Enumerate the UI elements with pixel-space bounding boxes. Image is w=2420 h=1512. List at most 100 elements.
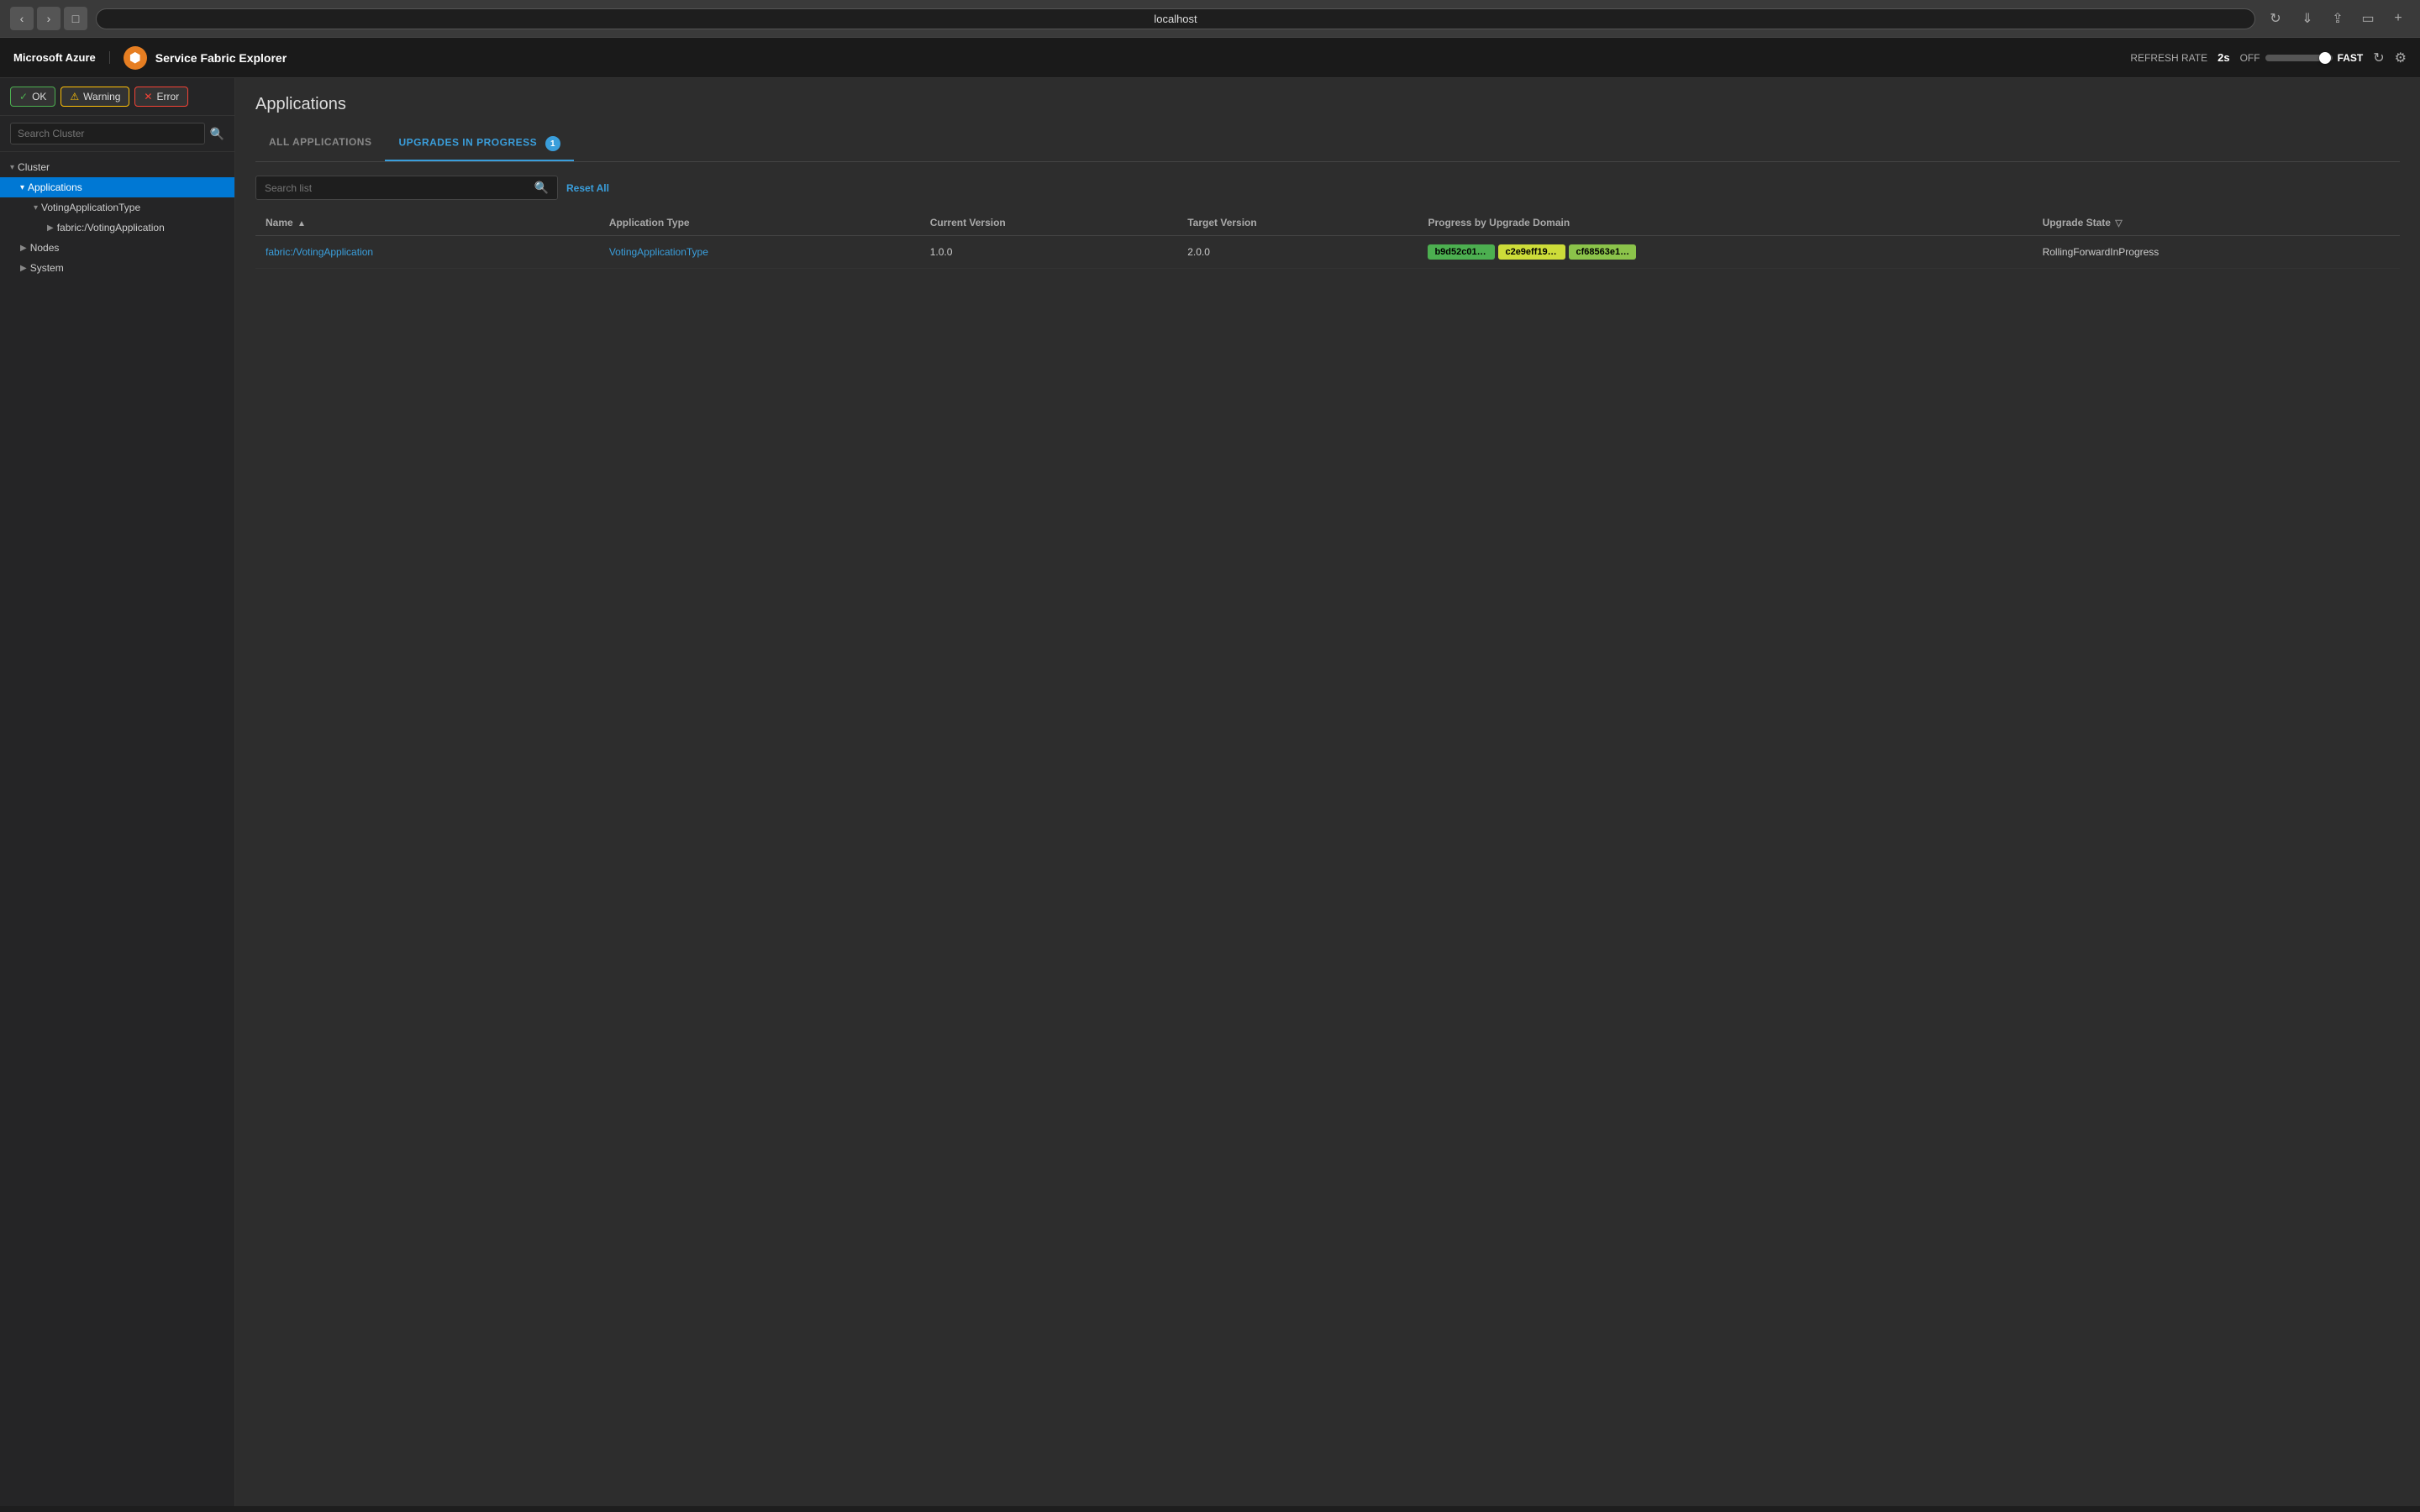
tabs-container: ALL APPLICATIONS UPGRADES IN PROGRESS 1 xyxy=(255,128,2400,162)
tree-label-system: System xyxy=(30,262,64,274)
upgrade-state-value: RollingForwardInProgress xyxy=(2043,246,2160,258)
app-title-text: Service Fabric Explorer xyxy=(155,51,287,65)
chevron-votingapptype: ▾ xyxy=(34,203,38,213)
app-container: Microsoft Azure ⬢ Service Fabric Explore… xyxy=(0,38,2420,1506)
domain-badge-3[interactable]: cf68563e16... xyxy=(1569,244,1636,260)
status-bar: ✓ OK ⚠ Warning ✕ Error xyxy=(0,78,234,116)
col-progress: Progress by Upgrade Domain xyxy=(1418,210,2032,236)
app-title: ⬢ Service Fabric Explorer xyxy=(110,46,287,70)
search-cluster-icon[interactable]: 🔍 xyxy=(210,127,224,141)
refresh-button[interactable]: ↻ xyxy=(2373,50,2384,66)
search-list-container: 🔍 xyxy=(255,176,558,200)
off-label: OFF xyxy=(2240,52,2260,64)
col-upgrade-state-label: Upgrade State xyxy=(2043,217,2111,228)
main-content: ✓ OK ⚠ Warning ✕ Error 🔍 xyxy=(0,78,2420,1506)
fabric-icon: ⬢ xyxy=(124,46,147,70)
cell-app-type: VotingApplicationType xyxy=(599,236,920,269)
table-body: fabric:/VotingApplication VotingApplicat… xyxy=(255,236,2400,269)
sidebar: ✓ OK ⚠ Warning ✕ Error 🔍 xyxy=(0,78,235,1506)
share-button[interactable]: ⇪ xyxy=(2326,7,2349,30)
col-app-type: Application Type xyxy=(599,210,920,236)
tree-label-applications: Applications xyxy=(28,181,82,193)
upgrades-badge: 1 xyxy=(545,136,560,151)
warning-icon: ⚠ xyxy=(70,91,79,102)
cell-progress: b9d52c016a... c2e9eff1976... cf68563e16.… xyxy=(1418,236,2032,269)
windows-button[interactable]: ▭ xyxy=(2356,7,2380,30)
chevron-fabric-voting: ▶ xyxy=(47,223,54,233)
col-name: Name ▲ xyxy=(255,210,599,236)
tab-button[interactable]: □ xyxy=(64,7,87,30)
warning-status-button[interactable]: ⚠ Warning xyxy=(60,87,129,107)
refresh-rate-label: REFRESH RATE xyxy=(2130,52,2207,64)
nav-right: REFRESH RATE 2s OFF FAST ↻ ⚙ xyxy=(2130,50,2407,66)
reload-button[interactable]: ↻ xyxy=(2264,7,2287,30)
target-version-value: 2.0.0 xyxy=(1187,246,1210,258)
tab-upgrades-in-progress[interactable]: UPGRADES IN PROGRESS 1 xyxy=(385,128,574,161)
cell-upgrade-state: RollingForwardInProgress xyxy=(2033,236,2400,269)
plus-button[interactable]: + xyxy=(2386,7,2410,30)
error-icon: ✕ xyxy=(144,91,152,102)
tab-all-applications[interactable]: ALL APPLICATIONS xyxy=(255,128,385,161)
domain-badge-1[interactable]: b9d52c016a... xyxy=(1428,244,1495,260)
error-label: Error xyxy=(156,91,179,102)
settings-button[interactable]: ⚙ xyxy=(2395,50,2407,66)
tree-item-fabric-voting[interactable]: ▶ fabric:/VotingApplication xyxy=(0,218,234,238)
search-list-input[interactable] xyxy=(265,182,529,194)
search-filter-row: 🔍 Reset All xyxy=(255,176,2400,200)
download-button[interactable]: ⇓ xyxy=(2296,7,2319,30)
search-list-icon: 🔍 xyxy=(534,181,549,195)
browser-chrome: ‹ › □ localhost ↻ ⇓ ⇪ ▭ + xyxy=(0,0,2420,38)
col-current-version: Current Version xyxy=(920,210,1178,236)
col-progress-label: Progress by Upgrade Domain xyxy=(1428,217,1570,228)
tree-item-nodes[interactable]: ▶ Nodes xyxy=(0,238,234,258)
tree-item-cluster[interactable]: ▾ Cluster xyxy=(0,157,234,177)
chevron-nodes: ▶ xyxy=(20,244,27,253)
col-current-version-label: Current Version xyxy=(930,217,1006,228)
domain-badge-2[interactable]: c2e9eff1976... xyxy=(1498,244,1565,260)
cell-name: fabric:/VotingApplication xyxy=(255,236,599,269)
tree-container: ▾ Cluster ▾ Applications ▾ VotingApplica… xyxy=(0,152,234,283)
reset-all-button[interactable]: Reset All xyxy=(566,182,609,194)
browser-action-buttons: ⇓ ⇪ ▭ + xyxy=(2296,7,2410,30)
content-area: Applications ALL APPLICATIONS UPGRADES I… xyxy=(235,78,2420,1506)
nav-buttons: ‹ › □ xyxy=(10,7,87,30)
chevron-system: ▶ xyxy=(20,264,27,273)
col-upgrade-state: Upgrade State ▽ xyxy=(2033,210,2400,236)
col-target-version-label: Target Version xyxy=(1187,217,1256,228)
refresh-rate-value: 2s xyxy=(2217,51,2229,64)
chevron-applications: ▾ xyxy=(20,183,24,192)
tab-upgrades-label: UPGRADES IN PROGRESS xyxy=(398,137,537,149)
col-target-version: Target Version xyxy=(1177,210,1418,236)
error-status-button[interactable]: ✕ Error xyxy=(134,87,188,107)
col-app-type-label: Application Type xyxy=(609,217,690,228)
tree-item-system[interactable]: ▶ System xyxy=(0,258,234,278)
tree-label-votingapptype: VotingApplicationType xyxy=(41,202,140,213)
speed-toggle[interactable] xyxy=(2265,55,2333,61)
data-table: Name ▲ Application Type Current Version … xyxy=(255,210,2400,269)
chevron-cluster: ▾ xyxy=(10,163,14,172)
col-name-label: Name xyxy=(266,217,293,228)
app-name-link[interactable]: fabric:/VotingApplication xyxy=(266,246,373,258)
filter-upgrade-state-icon[interactable]: ▽ xyxy=(2115,218,2122,228)
warning-label: Warning xyxy=(83,91,120,102)
ok-icon: ✓ xyxy=(19,91,28,102)
tree-label-cluster: Cluster xyxy=(18,161,50,173)
forward-button[interactable]: › xyxy=(37,7,60,30)
back-button[interactable]: ‹ xyxy=(10,7,34,30)
search-cluster-input[interactable] xyxy=(10,123,205,144)
sort-name-icon[interactable]: ▲ xyxy=(297,219,306,228)
current-version-value: 1.0.0 xyxy=(930,246,953,258)
app-type-link[interactable]: VotingApplicationType xyxy=(609,246,708,258)
top-nav: Microsoft Azure ⬢ Service Fabric Explore… xyxy=(0,38,2420,78)
tree-item-votingapptype[interactable]: ▾ VotingApplicationType xyxy=(0,197,234,218)
toggle-thumb xyxy=(2319,52,2331,64)
fast-label: FAST xyxy=(2338,52,2364,64)
address-bar[interactable]: localhost xyxy=(96,8,2255,29)
tree-item-applications[interactable]: ▾ Applications xyxy=(0,177,234,197)
table-row: fabric:/VotingApplication VotingApplicat… xyxy=(255,236,2400,269)
browser-toolbar: ‹ › □ localhost ↻ ⇓ ⇪ ▭ + xyxy=(0,0,2420,37)
cell-current-version: 1.0.0 xyxy=(920,236,1178,269)
ok-status-button[interactable]: ✓ OK xyxy=(10,87,55,107)
ok-label: OK xyxy=(32,91,46,102)
table-header: Name ▲ Application Type Current Version … xyxy=(255,210,2400,236)
